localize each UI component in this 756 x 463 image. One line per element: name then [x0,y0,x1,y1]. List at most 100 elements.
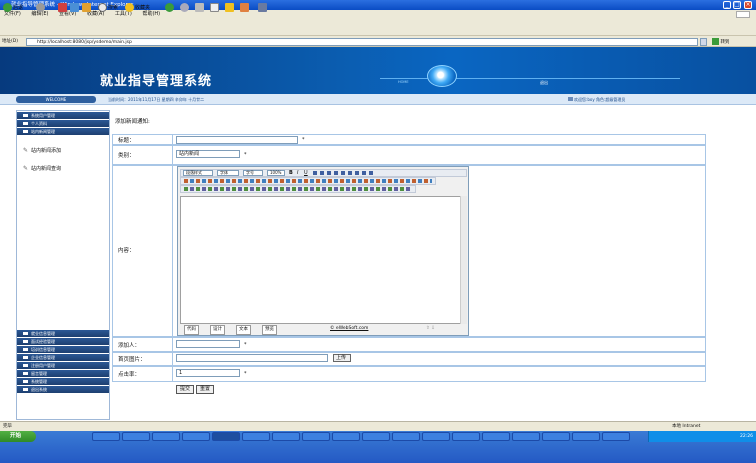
adder-input[interactable] [176,340,240,348]
insert-icons-group[interactable] [184,187,412,191]
taskbar-button-9[interactable] [332,432,360,441]
research-icon [258,3,267,12]
taskbar-button-active[interactable] [212,432,240,441]
underline-icon[interactable]: U [304,170,308,176]
taskbar-button-2[interactable] [122,432,150,441]
sidebar-item-system[interactable]: 系统管理 [17,378,109,385]
clicks-required-mark: * [244,371,247,377]
font-select[interactable]: 字体 [217,170,239,176]
sidebar-item-training[interactable]: 培训信息管理 [17,346,109,353]
history-button[interactable] [165,3,175,14]
welcome-badge: WELCOME [16,96,96,103]
form-heading: 添加新闻通知: [115,119,150,125]
edit-button[interactable] [210,3,220,14]
category-input[interactable]: 站内新闻 [176,150,240,158]
sidebar-item-profile[interactable]: 个人资料 [17,120,109,127]
print-button[interactable] [195,3,205,14]
taskbar-button-1[interactable] [92,432,120,441]
taskbar-button-12[interactable] [422,432,450,441]
sidebar-subitem-news-query[interactable]: ✎ 站内新闻查询 [23,165,61,172]
editor-tab-code[interactable]: 代码 [184,325,199,335]
taskbar-button-11[interactable] [392,432,420,441]
clicks-input[interactable]: 1 [176,369,240,377]
research-button[interactable] [258,3,268,14]
sidebar-item-system-users[interactable]: 系统用户管理 [17,112,109,119]
format-icons-group[interactable] [313,171,373,175]
editor-tab-preview[interactable]: 预览 [262,325,277,335]
refresh-button[interactable] [70,3,80,14]
close-icon[interactable]: × [744,1,752,9]
favorites-button[interactable]: 收藏夹 [125,3,150,14]
maximize-icon[interactable]: □ [733,1,741,9]
address-dropdown-icon[interactable] [700,38,707,46]
italic-icon[interactable]: I [297,170,298,176]
sidebar-item-messages[interactable]: 留言管理 [17,370,109,377]
sidebar-item-interview[interactable]: 面试经验管理 [17,338,109,345]
back-arrow-icon [3,3,12,12]
home-button[interactable] [82,3,92,14]
taskbar-button-3[interactable] [152,432,180,441]
search-button[interactable]: 搜索 [98,3,118,14]
minimize-icon[interactable]: _ [723,1,731,9]
taskbar-button-13[interactable] [452,432,480,441]
sidebar-item-registered-users[interactable]: 注册用户管理 [17,362,109,369]
image-label: 首页图片： [118,357,146,363]
taskbar-button-10[interactable] [362,432,390,441]
upload-button[interactable]: 上传 [333,354,351,362]
title-input[interactable] [176,136,298,144]
sidebar-item-companies[interactable]: 企业信息管理 [17,354,109,361]
taskbar-button-7[interactable] [272,432,300,441]
windows-flag-icon [736,11,750,18]
sidebar-subitem-news-add[interactable]: ✎ 站内新闻添加 [23,147,61,154]
bold-icon[interactable]: B [289,170,293,176]
tray-clock: 22:26 [740,434,753,439]
taskbar-button-15[interactable] [512,432,540,441]
messenger-icon [240,3,249,12]
editor-resize-icon[interactable]: ⇧ ⇩ [426,325,435,333]
paragraph-style-select[interactable]: 段落样式 [183,170,213,176]
messenger-button[interactable] [240,3,250,14]
taskbar-button-17[interactable] [572,432,600,441]
edit-icons-group[interactable] [184,179,432,183]
sidebar-item-jobs[interactable]: 就业信息管理 [17,330,109,337]
taskbar-button-6[interactable] [242,432,270,441]
go-button[interactable]: 转到 [712,38,729,47]
editor-content-area[interactable] [180,196,467,324]
banner-home-link[interactable]: HOME [398,80,409,84]
mail-button[interactable] [180,3,190,14]
logout-link[interactable]: 退出 [540,80,590,88]
editor-tab-text[interactable]: 文本 [236,325,251,335]
taskbar-button-18[interactable] [602,432,630,441]
document-icon [210,3,219,12]
forward-button[interactable] [36,3,46,14]
stop-button[interactable] [58,3,68,14]
title-required-mark: * [302,137,305,143]
font-size-select[interactable]: 字号 [243,170,263,176]
taskbar-button-14[interactable] [482,432,510,441]
zoom-select[interactable]: 100% [267,170,285,176]
title-label: 标题： [118,138,135,144]
sidebar-item-news-manage[interactable]: 站内新闻管理 [17,128,109,135]
form-column-divider [172,134,173,382]
system-tray: 22:26 [648,431,756,442]
image-input[interactable] [176,354,328,362]
editor-scrollbar[interactable] [460,196,467,324]
folder-button[interactable] [225,3,235,14]
mail-icon [180,3,189,12]
status-zone: 本地 Intranet [672,424,701,429]
taskbar-button-8[interactable] [302,432,330,441]
app-title: 就业指导管理系统 [100,74,213,89]
sidebar-item-logout[interactable]: 退出系统 [17,386,109,393]
browser-status-bar: 完毕 本地 Intranet [0,421,756,431]
taskbar-button-4[interactable] [182,432,210,441]
forward-arrow-icon [36,3,45,12]
back-button[interactable]: 后退 [3,3,23,14]
address-input[interactable]: http://localhost:8080/jsp/ysdemo/main.js… [26,38,698,46]
taskbar-button-16[interactable] [542,432,570,441]
editor-tab-design[interactable]: 设计 [210,325,225,335]
category-required-mark: * [244,152,247,158]
submit-button[interactable]: 提交 [176,385,195,394]
start-button[interactable]: 开始 [0,431,36,442]
banner-orb-icon [427,65,457,87]
reset-button[interactable]: 重置 [196,385,215,394]
